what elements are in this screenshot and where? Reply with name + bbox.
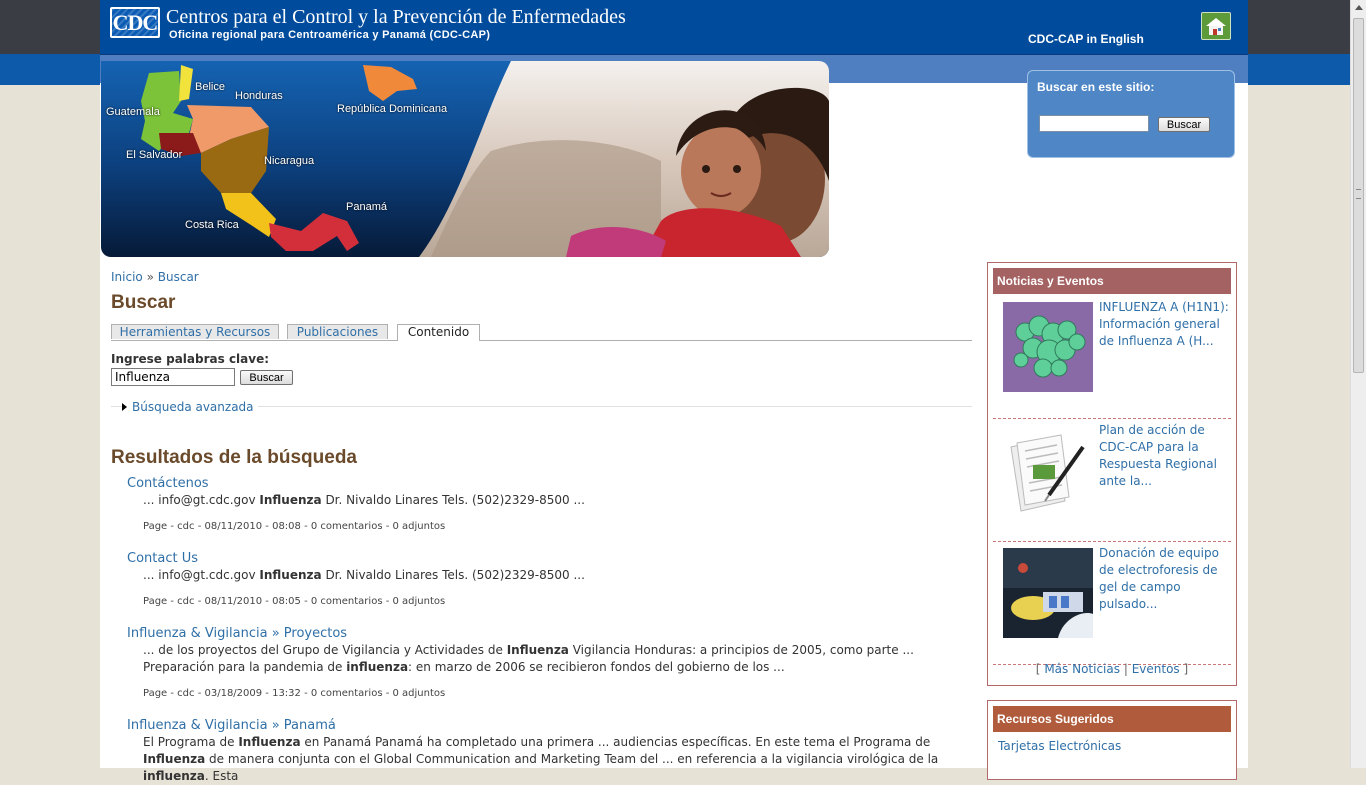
breadcrumb: Inicio » Buscar: [111, 270, 199, 284]
result-title[interactable]: Contáctenos: [127, 475, 969, 492]
cdc-logo[interactable]: CDC: [110, 7, 160, 38]
events-link[interactable]: Eventos: [1132, 662, 1180, 676]
news-item-link[interactable]: INFLUENZA A (H1N1): Información general …: [1099, 299, 1229, 350]
site-search-button[interactable]: Buscar: [1158, 117, 1210, 132]
advanced-search-link[interactable]: Búsqueda avanzada: [132, 400, 254, 414]
result-meta: Page - cdc - 08/11/2010 - 08:08 - 0 come…: [143, 521, 446, 532]
result-snippet: ... info@gt.cdc.gov Influenza Dr. Nivald…: [143, 493, 585, 507]
result-title[interactable]: Influenza & Vigilancia » Proyectos: [127, 625, 969, 642]
tab-publicaciones[interactable]: Publicaciones: [287, 324, 388, 339]
english-link[interactable]: CDC-CAP in English: [1028, 32, 1144, 46]
keywords-input[interactable]: [111, 368, 235, 386]
scrollbar-grip-icon: [1356, 189, 1361, 199]
hero-banner: Belice Honduras Guatemala El Salvador Ni…: [101, 61, 829, 257]
site-search-box: Buscar en este sitio: Buscar: [1027, 70, 1235, 158]
search-result: Contact Us ... info@gt.cdc.gov Influenza…: [127, 550, 969, 607]
map-label-honduras: Honduras: [235, 90, 283, 102]
expand-triangle-icon: [122, 403, 127, 411]
site-header: CDC Centros para el Control y la Prevenc…: [100, 0, 1248, 55]
map-label-guatemala: Guatemala: [106, 106, 160, 118]
site-search-input[interactable]: [1039, 115, 1149, 132]
site-title: Centros para el Control y la Prevención …: [166, 6, 626, 28]
result-meta: Page - cdc - 08/11/2010 - 08:05 - 0 come…: [143, 596, 446, 607]
news-item-link[interactable]: Plan de acción de CDC-CAP para la Respue…: [1099, 422, 1229, 490]
site-search-title: Buscar en este sitio:: [1037, 80, 1155, 94]
results-title: Resultados de la búsqueda: [111, 447, 357, 468]
search-result: Influenza & Vigilancia » Panamá El Progr…: [127, 717, 969, 785]
result-snippet: El Programa de Influenza en Panamá Panam…: [143, 735, 939, 783]
map-label-belice: Belice: [195, 81, 225, 93]
resources-header: Recursos Sugeridos: [993, 706, 1231, 732]
search-button[interactable]: Buscar: [240, 370, 293, 385]
tab-contenido[interactable]: Contenido: [397, 324, 480, 341]
map-label-el-salvador: El Salvador: [126, 149, 183, 161]
search-result: Influenza & Vigilancia » Proyectos ... d…: [127, 625, 969, 699]
result-meta: Page - cdc - 03/18/2009 - 13:32 - 0 come…: [143, 688, 446, 699]
result-snippet: ... info@gt.cdc.gov Influenza Dr. Nivald…: [143, 568, 585, 582]
breadcrumb-separator: »: [146, 270, 154, 284]
search-result: Contáctenos ... info@gt.cdc.gov Influenz…: [127, 475, 969, 532]
map-label-rep-dom: República Dominicana: [337, 103, 448, 115]
site-subtitle: Oficina regional para Centroamérica y Pa…: [169, 29, 491, 41]
advanced-search-toggle[interactable]: Búsqueda avanzada: [122, 400, 258, 414]
more-news-link[interactable]: Más Noticias: [1044, 662, 1120, 676]
page-title: Buscar: [111, 292, 176, 313]
map-label-nicaragua: Nicaragua: [264, 155, 315, 167]
map-label-costa-rica: Costa Rica: [185, 219, 239, 231]
search-tabs: Herramientas y Recursos Publicaciones Co…: [111, 324, 972, 341]
breadcrumb-home[interactable]: Inicio: [111, 270, 143, 284]
cdc-logo-text: CDC: [112, 9, 158, 36]
keywords-label: Ingrese palabras clave:: [111, 352, 270, 366]
document-pen-thumbnail[interactable]: [1003, 425, 1093, 515]
news-panel: Noticias y Eventos INFLUENZA A (H1N1): I…: [987, 262, 1237, 686]
news-item-link[interactable]: Donación de equipo de electroforesis de …: [1099, 545, 1229, 613]
tab-herramientas[interactable]: Herramientas y Recursos: [111, 324, 279, 339]
vertical-scrollbar[interactable]: [1350, 0, 1366, 768]
breadcrumb-current[interactable]: Buscar: [158, 270, 199, 284]
news-header: Noticias y Eventos: [993, 268, 1231, 294]
news-item[interactable]: Plan de acción de CDC-CAP para la Respue…: [993, 421, 1231, 542]
scroll-up-arrow-icon[interactable]: [1351, 0, 1366, 16]
lab-thumbnail[interactable]: [1003, 548, 1093, 638]
resource-ecards-link[interactable]: Tarjetas Electrónicas: [998, 739, 1121, 753]
scrollbar-thumb[interactable]: [1353, 18, 1364, 373]
page-container: CDC Centros para el Control y la Prevenc…: [100, 0, 1248, 783]
news-more-links: [ Más Noticias | Eventos ]: [1035, 662, 1189, 676]
resources-panel: Recursos Sugeridos Tarjetas Electrónicas: [987, 700, 1237, 780]
virus-thumbnail[interactable]: [1003, 302, 1093, 392]
news-item[interactable]: INFLUENZA A (H1N1): Información general …: [993, 298, 1231, 419]
news-item[interactable]: Donación de equipo de electroforesis de …: [993, 544, 1231, 665]
result-title[interactable]: Contact Us: [127, 550, 969, 567]
result-snippet: ... de los proyectos del Grupo de Vigila…: [143, 643, 914, 674]
result-title[interactable]: Influenza & Vigilancia » Panamá: [127, 717, 969, 734]
map-label-panama: Panamá: [346, 201, 387, 213]
home-icon[interactable]: [1201, 12, 1231, 40]
